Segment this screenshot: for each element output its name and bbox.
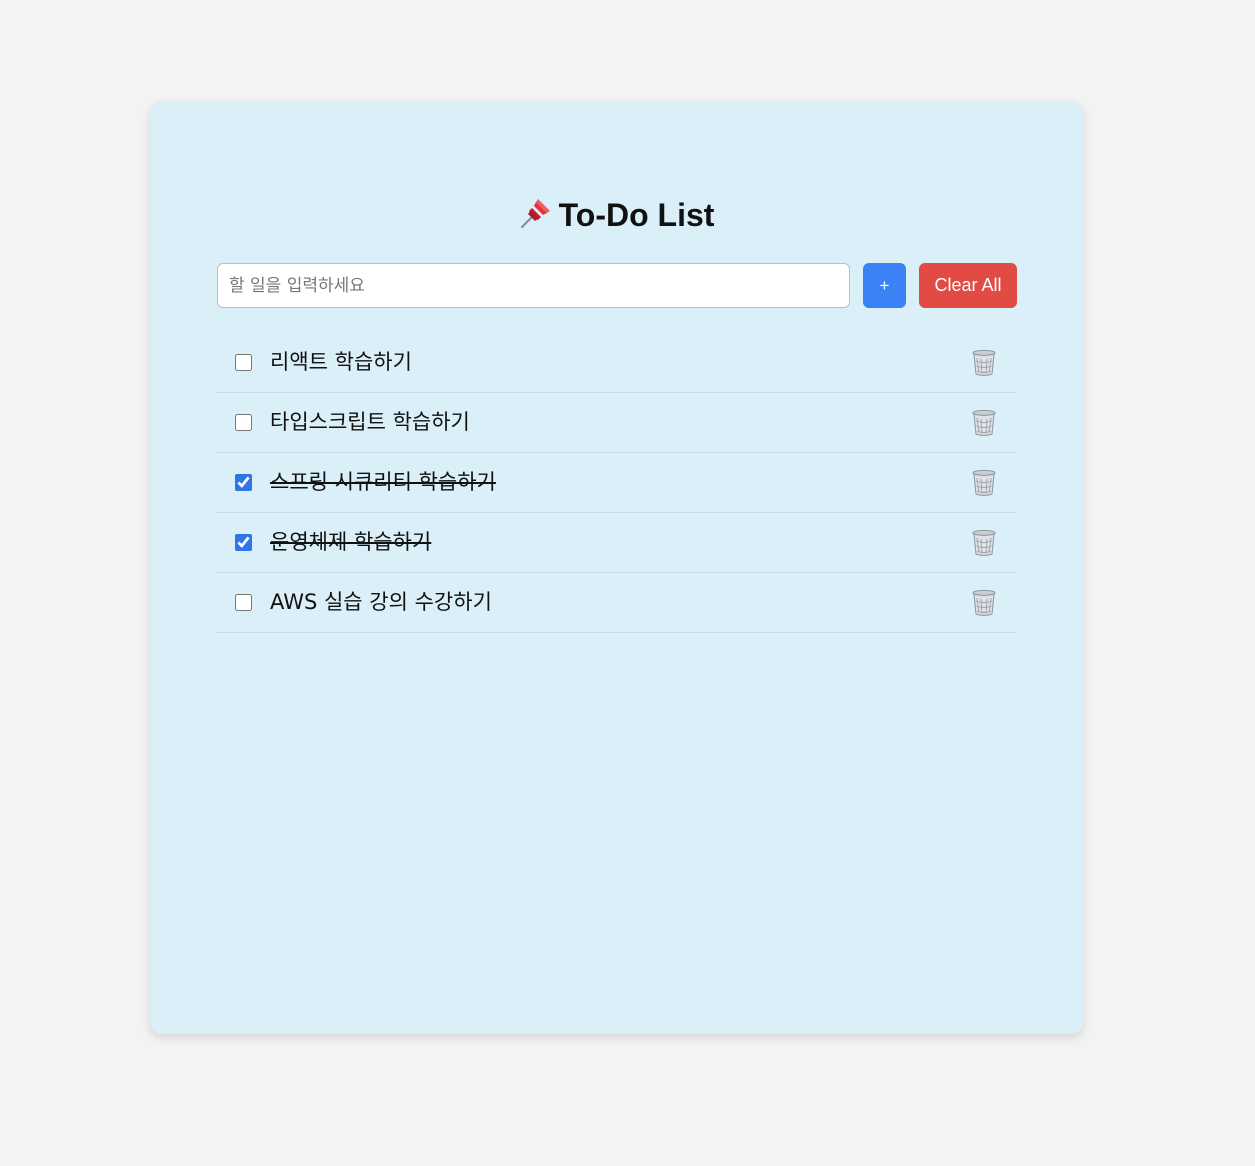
todo-text: 운영체제 학습하기 [270,530,432,554]
clear-all-button[interactable]: Clear All [919,263,1017,308]
delete-button[interactable] [971,529,997,557]
todo-text: AWS 실습 강의 수강하기 [270,590,492,614]
delete-button[interactable] [971,589,997,617]
todo-card: To-Do List + Clear All 리액트 학습하기타입스크립트 학습… [150,101,1083,1034]
pushpin-icon [520,199,550,229]
todo-item: 스프링 시큐리티 학습하기 [217,453,1017,513]
trash-icon [972,409,996,436]
todo-item: 운영체제 학습하기 [217,513,1017,573]
todo-item: AWS 실습 강의 수강하기 [217,573,1017,633]
todo-text: 스프링 시큐리티 학습하기 [270,470,496,494]
page-title: To-Do List [150,195,1083,235]
todo-checkbox[interactable] [235,594,252,611]
todo-text: 타입스크립트 학습하기 [270,410,470,434]
todo-list: 리액트 학습하기타입스크립트 학습하기스프링 시큐리티 학습하기운영체제 학습하… [217,333,1017,633]
todo-input[interactable] [217,263,850,308]
trash-icon [972,349,996,376]
trash-icon [972,469,996,496]
todo-item: 타입스크립트 학습하기 [217,393,1017,453]
todo-checkbox[interactable] [235,474,252,491]
todo-checkbox[interactable] [235,354,252,371]
input-row: + Clear All [217,263,1017,308]
trash-icon [972,589,996,616]
delete-button[interactable] [971,409,997,437]
todo-text: 리액트 학습하기 [270,350,412,374]
page-title-text: To-Do List [558,197,715,233]
trash-icon [972,529,996,556]
todo-checkbox[interactable] [235,414,252,431]
add-button[interactable]: + [863,263,906,308]
delete-button[interactable] [971,469,997,497]
todo-checkbox[interactable] [235,534,252,551]
delete-button[interactable] [971,349,997,377]
todo-item: 리액트 학습하기 [217,333,1017,393]
